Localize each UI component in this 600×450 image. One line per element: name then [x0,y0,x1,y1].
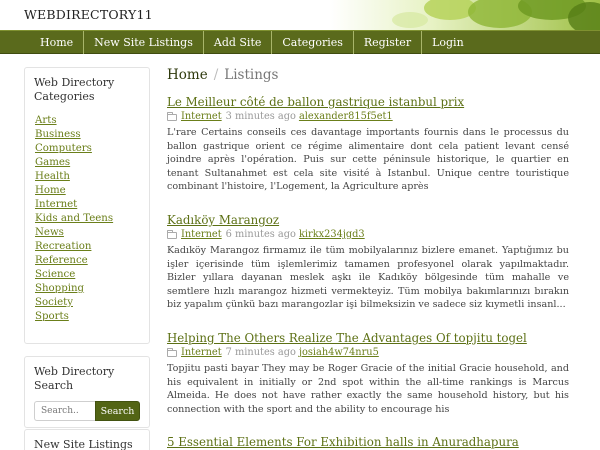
category-item[interactable]: Home [35,184,139,198]
listing-meta: Internet 3 minutes ago alexander815f5et1 [167,111,569,123]
listing-title[interactable]: Helping The Others Realize The Advantage… [167,331,569,345]
new-listings-panel-title: New Site Listings [34,438,133,450]
listing-time: 6 minutes ago [225,229,296,240]
listing-item: Le Meilleur côté de ballon gastrique ist… [167,95,569,194]
search-form: Search [25,393,149,431]
listing-item: Helping The Others Realize The Advantage… [167,331,569,416]
category-item[interactable]: Internet [35,198,139,212]
nav-register[interactable]: Register [354,31,423,54]
breadcrumb-current: Listings [224,67,279,83]
main-nav: Home New Site Listings Add Site Categori… [0,30,600,54]
new-listings-panel: New Site Listings [24,429,150,450]
search-panel: Web Directory Search Search [24,356,150,428]
listing-title[interactable]: 5 Essential Elements For Exhibition hall… [167,435,569,449]
listing-user[interactable]: kirkx234jgd3 [299,229,365,241]
category-item[interactable]: Society [35,296,139,310]
listing-item: Kadıköy Marangoz Internet 6 minutes ago … [167,213,569,312]
listing-time: 3 minutes ago [225,111,296,122]
nav-home[interactable]: Home [30,31,85,54]
breadcrumb-separator: / [213,67,219,83]
categories-panel-title: Web Directory Categories [34,76,115,103]
search-button[interactable]: Search [95,401,140,421]
site-header: WEBDIRECTORY11 [0,0,600,30]
category-item[interactable]: Games [35,156,139,170]
listing-item: 5 Essential Elements For Exhibition hall… [167,435,569,449]
category-item[interactable]: Recreation [35,240,139,254]
listing-category[interactable]: Internet [181,111,222,123]
category-item[interactable]: Reference [35,254,139,268]
nav-categories[interactable]: Categories [272,31,354,54]
folder-icon [167,229,177,239]
listing-category[interactable]: Internet [181,347,222,359]
category-item[interactable]: Shopping [35,282,139,296]
listing-title[interactable]: Le Meilleur côté de ballon gastrique ist… [167,95,569,109]
listing-time: 7 minutes ago [225,347,296,358]
site-title[interactable]: WEBDIRECTORY11 [24,7,153,22]
category-item[interactable]: Sports [35,310,139,324]
listing-user[interactable]: josiah4w74nru5 [299,347,379,359]
category-item[interactable]: Computers [35,142,139,156]
listing-meta: Internet 6 minutes ago kirkx234jgd3 [167,229,569,241]
category-item[interactable]: Kids and Teens [35,212,139,226]
folder-icon [167,111,177,121]
listing-title[interactable]: Kadıköy Marangoz [167,213,569,227]
folder-icon [167,347,177,357]
listing-user[interactable]: alexander815f5et1 [299,111,393,123]
category-list: Arts Business Computers Games Health Hom… [25,104,149,324]
category-item[interactable]: Health [35,170,139,184]
listing-meta: Internet 7 minutes ago josiah4w74nru5 [167,347,569,359]
search-panel-title: Web Directory Search [34,365,115,392]
nav-new-site-listings[interactable]: New Site Listings [84,31,204,54]
categories-panel: Web Directory Categories Arts Business C… [24,67,150,344]
category-item[interactable]: News [35,226,139,240]
search-input[interactable] [34,401,95,421]
nav-add-site[interactable]: Add Site [204,31,273,54]
category-item[interactable]: Business [35,128,139,142]
breadcrumb: Home / Listings [167,67,278,83]
breadcrumb-home[interactable]: Home [167,67,208,83]
category-item[interactable]: Arts [35,114,139,128]
listing-category[interactable]: Internet [181,229,222,241]
category-item[interactable]: Science [35,268,139,282]
nav-login[interactable]: Login [422,31,474,54]
listing-description: Topjitu pasti bayar They may be Roger Gr… [167,363,569,415]
listing-description: Kadıköy Marangoz firmamız ile tüm mobily… [167,245,569,311]
listing-description: L'rare Certains conseils ces davantage i… [167,127,569,193]
